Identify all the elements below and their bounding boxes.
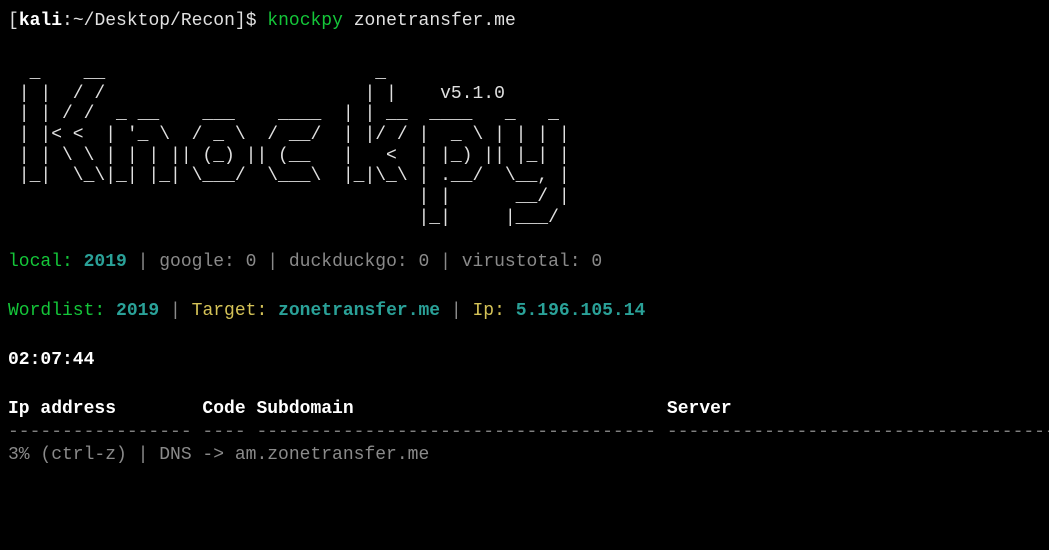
target-label: Target: — [192, 301, 268, 321]
sep2: | — [256, 252, 288, 272]
ddg-label: duckduckgo: — [289, 252, 419, 272]
vt-value: 0 — [591, 252, 602, 272]
vt-label: virustotal: — [462, 252, 592, 272]
ascii-line-8: |_| |___/ — [8, 208, 559, 228]
wordlist-label: Wordlist: — [8, 301, 105, 321]
target-value: zonetransfer.me — [267, 301, 440, 321]
prompt-close-bracket: ] — [235, 11, 246, 31]
ascii-line-6: |_| \_\|_| |_| \___/ \___\ |_|\_\ | .__/… — [8, 166, 570, 186]
table-separator: ----------------- ---- -----------------… — [8, 423, 1041, 443]
command-name: knockpy — [267, 11, 343, 31]
ascii-line-2: | | / / | | v5.1.0 — [8, 84, 505, 104]
google-value: 0 — [246, 252, 257, 272]
info-line: Wordlist: 2019 | Target: zonetransfer.me… — [8, 298, 1041, 325]
ascii-line-1: _ __ _ — [8, 63, 386, 83]
local-value: 2019 — [73, 252, 127, 272]
ddg-value: 0 — [419, 252, 430, 272]
google-label: google: — [159, 252, 245, 272]
sources-line: local: 2019 | google: 0 | duckduckgo: 0 … — [8, 249, 1041, 276]
table-header: Ip address Code Subdomain Server — [8, 396, 1041, 423]
ascii-line-7: | | __/ | — [8, 187, 570, 207]
prompt-host: kali — [19, 11, 62, 31]
progress-line: 3% (ctrl-z) | DNS -> am.zonetransfer.me — [8, 442, 1041, 469]
sep3: | — [429, 252, 461, 272]
sep1: | — [127, 252, 159, 272]
prompt-dollar: $ — [246, 11, 268, 31]
prompt-colon: : — [62, 11, 73, 31]
ip-label: Ip: — [473, 301, 505, 321]
terminal-prompt-line: [kali:~/Desktop/Recon]$ knockpy zonetran… — [8, 8, 1041, 35]
prompt-open-bracket: [ — [8, 11, 19, 31]
ascii-line-4: | |< < | '_ \ / _ \ / __/ | |/ / | _ \ |… — [8, 125, 570, 145]
ascii-line-3: | | / / _ __ ___ ____ | | __ ____ _ _ — [8, 104, 559, 124]
info-sep1: | — [159, 301, 191, 321]
local-label: local: — [8, 252, 73, 272]
info-sep2: | — [440, 301, 472, 321]
ascii-line-5: | | \ \ | | | || (_) || (__ | < | |_) ||… — [8, 146, 570, 166]
prompt-path: ~/Desktop/Recon — [73, 11, 235, 31]
ascii-banner: _ __ _ | | / / | | v5.1.0 | | / / _ __ _… — [8, 63, 1041, 229]
wordlist-value: 2019 — [105, 301, 159, 321]
timestamp: 02:07:44 — [8, 347, 1041, 374]
command-arg: zonetransfer.me — [343, 11, 516, 31]
ip-value: 5.196.105.14 — [505, 301, 645, 321]
